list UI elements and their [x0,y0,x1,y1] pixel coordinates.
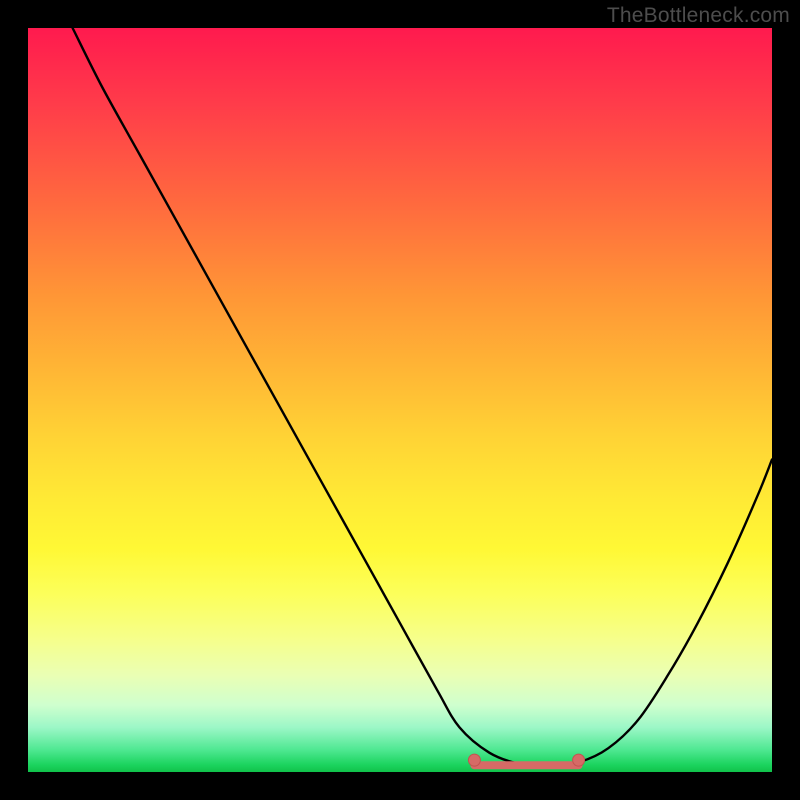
chart-frame: TheBottleneck.com [0,0,800,800]
curve-layer [28,28,772,772]
plot-area [28,28,772,772]
optimal-start-marker [468,754,480,766]
optimal-end-marker [573,754,585,766]
bottleneck-curve [73,28,772,766]
watermark-text: TheBottleneck.com [607,4,790,28]
